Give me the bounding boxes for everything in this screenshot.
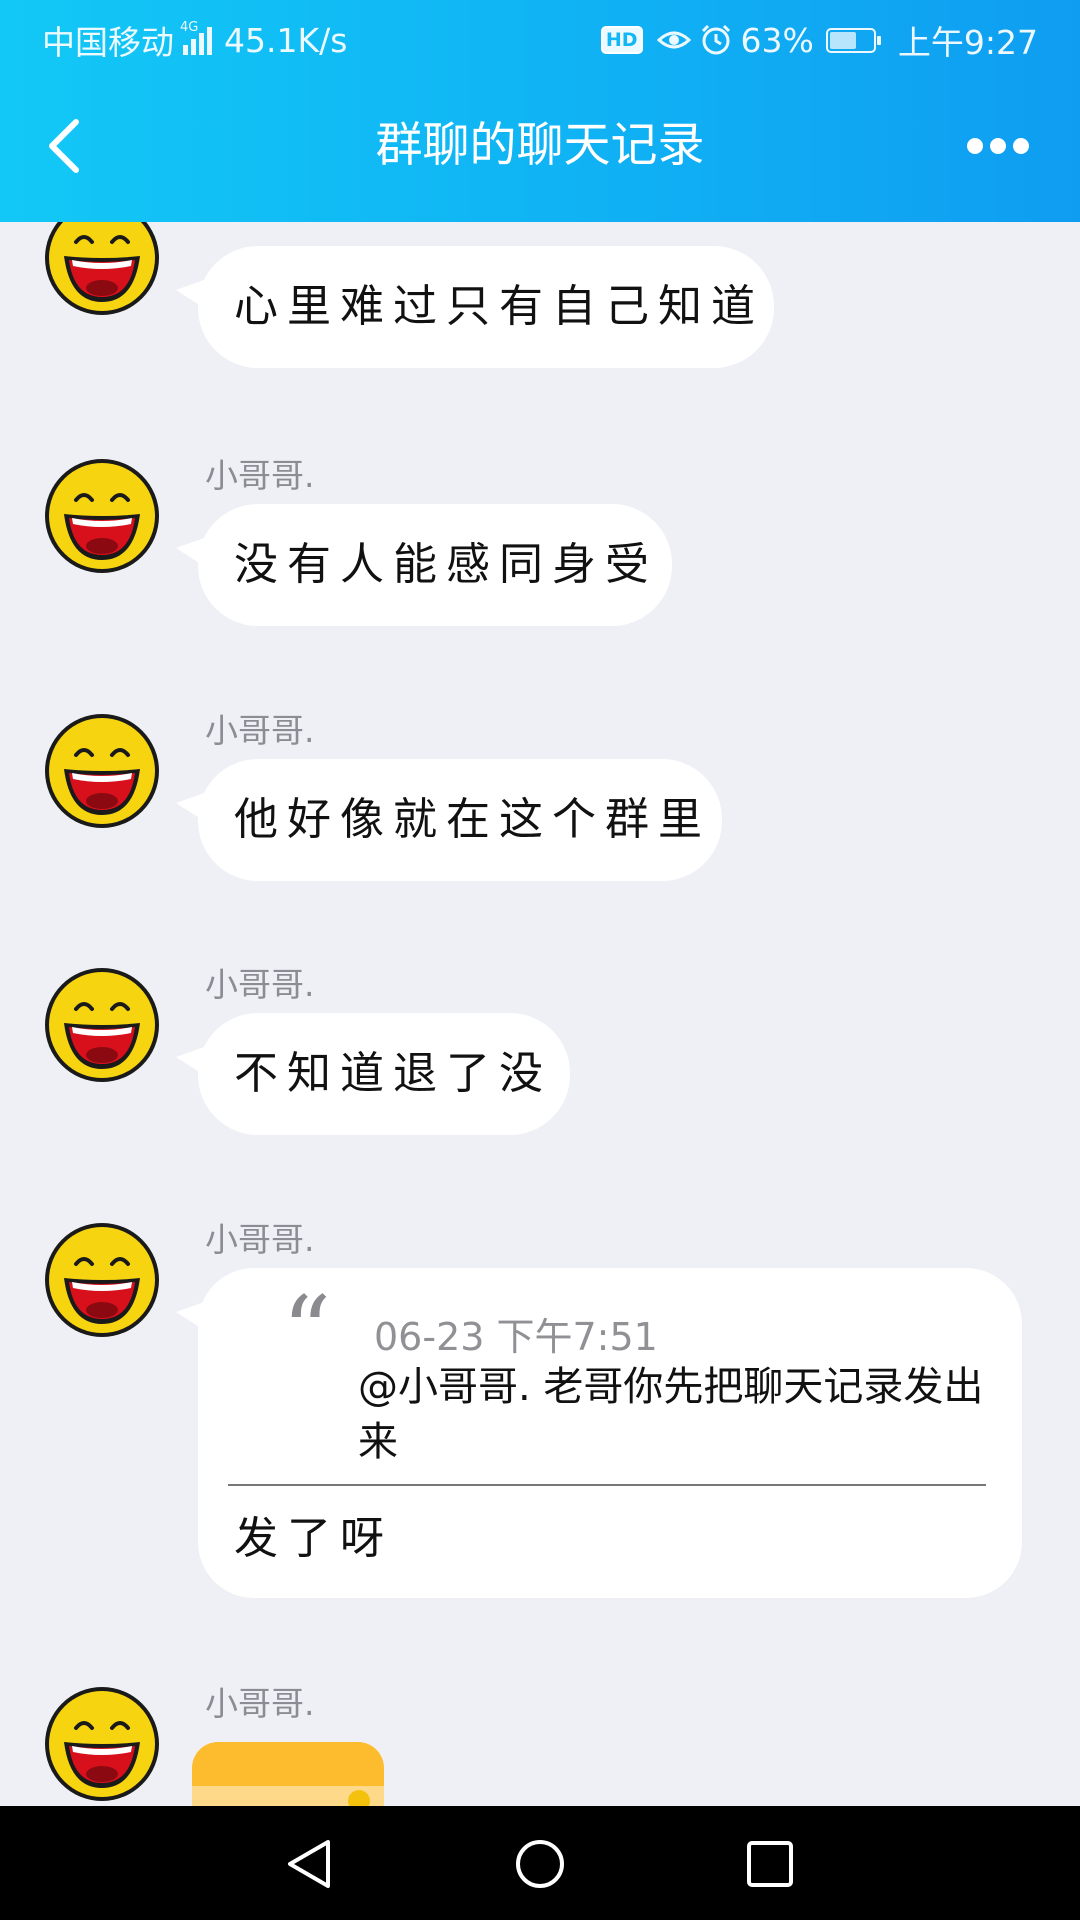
carrier-label: 中国移动 (42, 23, 174, 62)
signal-icon: 4G (180, 21, 212, 55)
reply-message-bubble[interactable]: “ 06-23 下午7:51 @小哥哥. 老哥你先把聊天记录发出来 发了呀 (176, 1268, 1022, 1598)
quote-divider (228, 1484, 986, 1486)
quote-timestamp: 06-23 下午7:51 (374, 1315, 658, 1359)
battery-icon (825, 27, 881, 53)
avatar[interactable] (42, 965, 162, 1085)
quote-mark: “ (282, 1276, 332, 1388)
message-bubble[interactable]: 他好像就在这个群里 (176, 759, 722, 881)
avatar[interactable] (42, 1220, 162, 1340)
network-type-label: 4G (180, 20, 199, 35)
message-text: 不知道退了没 (234, 1048, 552, 1099)
sender-name: 小哥哥. (205, 1684, 315, 1723)
recent-apps-square-icon[interactable] (744, 1838, 796, 1890)
eye-icon (656, 31, 691, 49)
avatar[interactable] (42, 456, 162, 576)
sender-name: 小哥哥. (205, 711, 315, 750)
sender-name: 小哥哥. (205, 456, 315, 495)
avatar[interactable] (42, 222, 162, 318)
back-triangle-icon[interactable] (284, 1838, 336, 1890)
page-title: 群聊的聊天记录 (375, 118, 705, 173)
network-speed: 45.1K/s (224, 20, 348, 60)
status-bar: 中国移动 4G 45.1K/s HD 63% 上午9:27 (0, 0, 1080, 76)
avatar[interactable] (42, 711, 162, 831)
image-message-thumbnail[interactable] (192, 1742, 384, 1806)
sender-name: 小哥哥. (205, 965, 315, 1004)
sender-name: 小哥哥. (205, 1220, 315, 1259)
home-circle-icon[interactable] (514, 1838, 566, 1890)
clock-time: 上午9:27 (897, 23, 1038, 62)
title-bar: 中国移动 4G 45.1K/s HD 63% 上午9:27 群聊的聊天记录 (0, 0, 1080, 222)
message-text: 他好像就在这个群里 (234, 794, 711, 845)
message-bubble[interactable]: 没有人能感同身受 (176, 504, 672, 626)
avatar[interactable] (42, 1684, 162, 1804)
message-bubble[interactable]: 不知道退了没 (176, 1013, 570, 1135)
battery-percent: 63% (740, 20, 814, 60)
message-bubble[interactable]: 心里难过只有自己知道 (176, 246, 774, 368)
chat-history[interactable]: 心里难过只有自己知道 小哥哥. 没有人能感同身受 小哥哥. 他好像就在这个群里 … (0, 222, 1080, 1806)
more-horizontal-icon[interactable] (966, 136, 1030, 156)
message-text: 发了呀 (234, 1513, 393, 1564)
system-navigation-bar (0, 1806, 1080, 1920)
alarm-icon (701, 24, 730, 55)
message-text: 心里难过只有自己知道 (234, 281, 764, 332)
hd-badge: HD (600, 26, 643, 54)
message-text: 没有人能感同身受 (234, 539, 658, 590)
nav-bar: 群聊的聊天记录 (0, 96, 1080, 196)
quoted-text: @小哥哥. 老哥你先把聊天记录发出来 (358, 1364, 984, 1465)
